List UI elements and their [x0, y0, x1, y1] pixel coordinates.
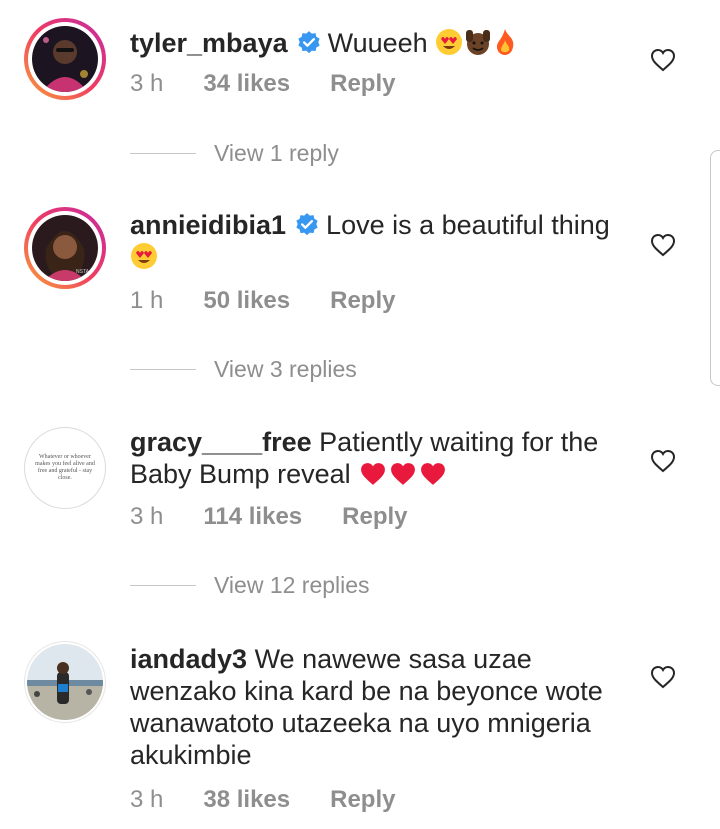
- comment-time: 3 h: [130, 70, 164, 97]
- likes-count[interactable]: 50 likes: [203, 287, 290, 315]
- comment-username[interactable]: tyler_mbaya: [130, 28, 288, 58]
- likes-count[interactable]: 114 likes: [203, 503, 302, 531]
- red-heart-emoji-icon: [361, 463, 386, 485]
- divider-line: [130, 584, 196, 587]
- view-replies-label: View 1 reply: [214, 140, 339, 166]
- comment-time: 1 h: [130, 287, 164, 314]
- scrollbar[interactable]: [710, 150, 720, 386]
- avatar[interactable]: [24, 641, 106, 723]
- avatar-photo: [27, 644, 103, 720]
- view-replies-link[interactable]: View 3 replies: [130, 356, 357, 383]
- avatar[interactable]: NSTA: [24, 207, 106, 289]
- comment-meta: 3 h 114 likes Reply: [130, 503, 408, 531]
- raised-hands-emoji-icon: [466, 30, 491, 55]
- view-replies-label: View 3 replies: [214, 356, 357, 382]
- comment-meta: 3 h 34 likes Reply: [130, 70, 395, 98]
- view-replies-link[interactable]: View 12 replies: [130, 572, 370, 599]
- likes-count[interactable]: 34 likes: [203, 70, 290, 98]
- avatar-photo: [32, 26, 98, 92]
- fire-emoji-icon: [497, 29, 514, 55]
- heart-eyes-emoji-icon: [436, 29, 463, 55]
- divider-line: [130, 152, 196, 155]
- likes-count[interactable]: 38 likes: [203, 786, 290, 814]
- comment-text: tyler_mbaya Wuueeh: [130, 27, 640, 59]
- comment-meta: 3 h 38 likes Reply: [130, 786, 395, 814]
- heart-eyes-emoji-icon: [131, 243, 157, 269]
- avatar[interactable]: Whatever or whoever makes you feel alive…: [24, 427, 106, 509]
- comment-time: 3 h: [130, 503, 164, 530]
- comment-body: Love is a beautiful thing: [326, 210, 610, 240]
- reply-button[interactable]: Reply: [330, 786, 395, 814]
- comment-text: annieidibia1 Love is a beautiful thing: [130, 209, 640, 273]
- comment-meta: 1 h 50 likes Reply: [130, 287, 395, 315]
- comment-username[interactable]: annieidibia1: [130, 210, 286, 240]
- like-heart-icon[interactable]: [650, 449, 676, 473]
- view-replies-label: View 12 replies: [214, 572, 370, 598]
- comment-username[interactable]: gracy____free: [130, 427, 312, 457]
- divider-line: [130, 368, 196, 371]
- like-heart-icon[interactable]: [650, 665, 676, 689]
- verified-badge-icon: [297, 31, 320, 54]
- reply-button[interactable]: Reply: [330, 287, 395, 315]
- comment-text: gracy____free Patiently waiting for the …: [130, 426, 640, 490]
- comment-username[interactable]: iandady3: [130, 644, 247, 674]
- like-heart-icon[interactable]: [650, 48, 676, 72]
- comment-body: Wuueeh: [327, 28, 428, 58]
- view-replies-link[interactable]: View 1 reply: [130, 140, 339, 167]
- avatar[interactable]: [24, 18, 106, 100]
- like-heart-icon[interactable]: [650, 233, 676, 257]
- svg-text:NSTA: NSTA: [76, 269, 90, 275]
- avatar-quote-text: Whatever or whoever makes you feel alive…: [35, 454, 95, 481]
- red-heart-emoji-icon: [421, 463, 446, 485]
- verified-badge-icon: [296, 213, 318, 236]
- red-heart-emoji-icon: [391, 463, 416, 485]
- comment-time: 3 h: [130, 786, 164, 813]
- reply-button[interactable]: Reply: [330, 70, 395, 98]
- avatar-photo: NSTA: [32, 215, 98, 281]
- comment-text: iandady3 We nawewe sasa uzae wenzako kin…: [130, 643, 640, 771]
- reply-button[interactable]: Reply: [342, 503, 407, 531]
